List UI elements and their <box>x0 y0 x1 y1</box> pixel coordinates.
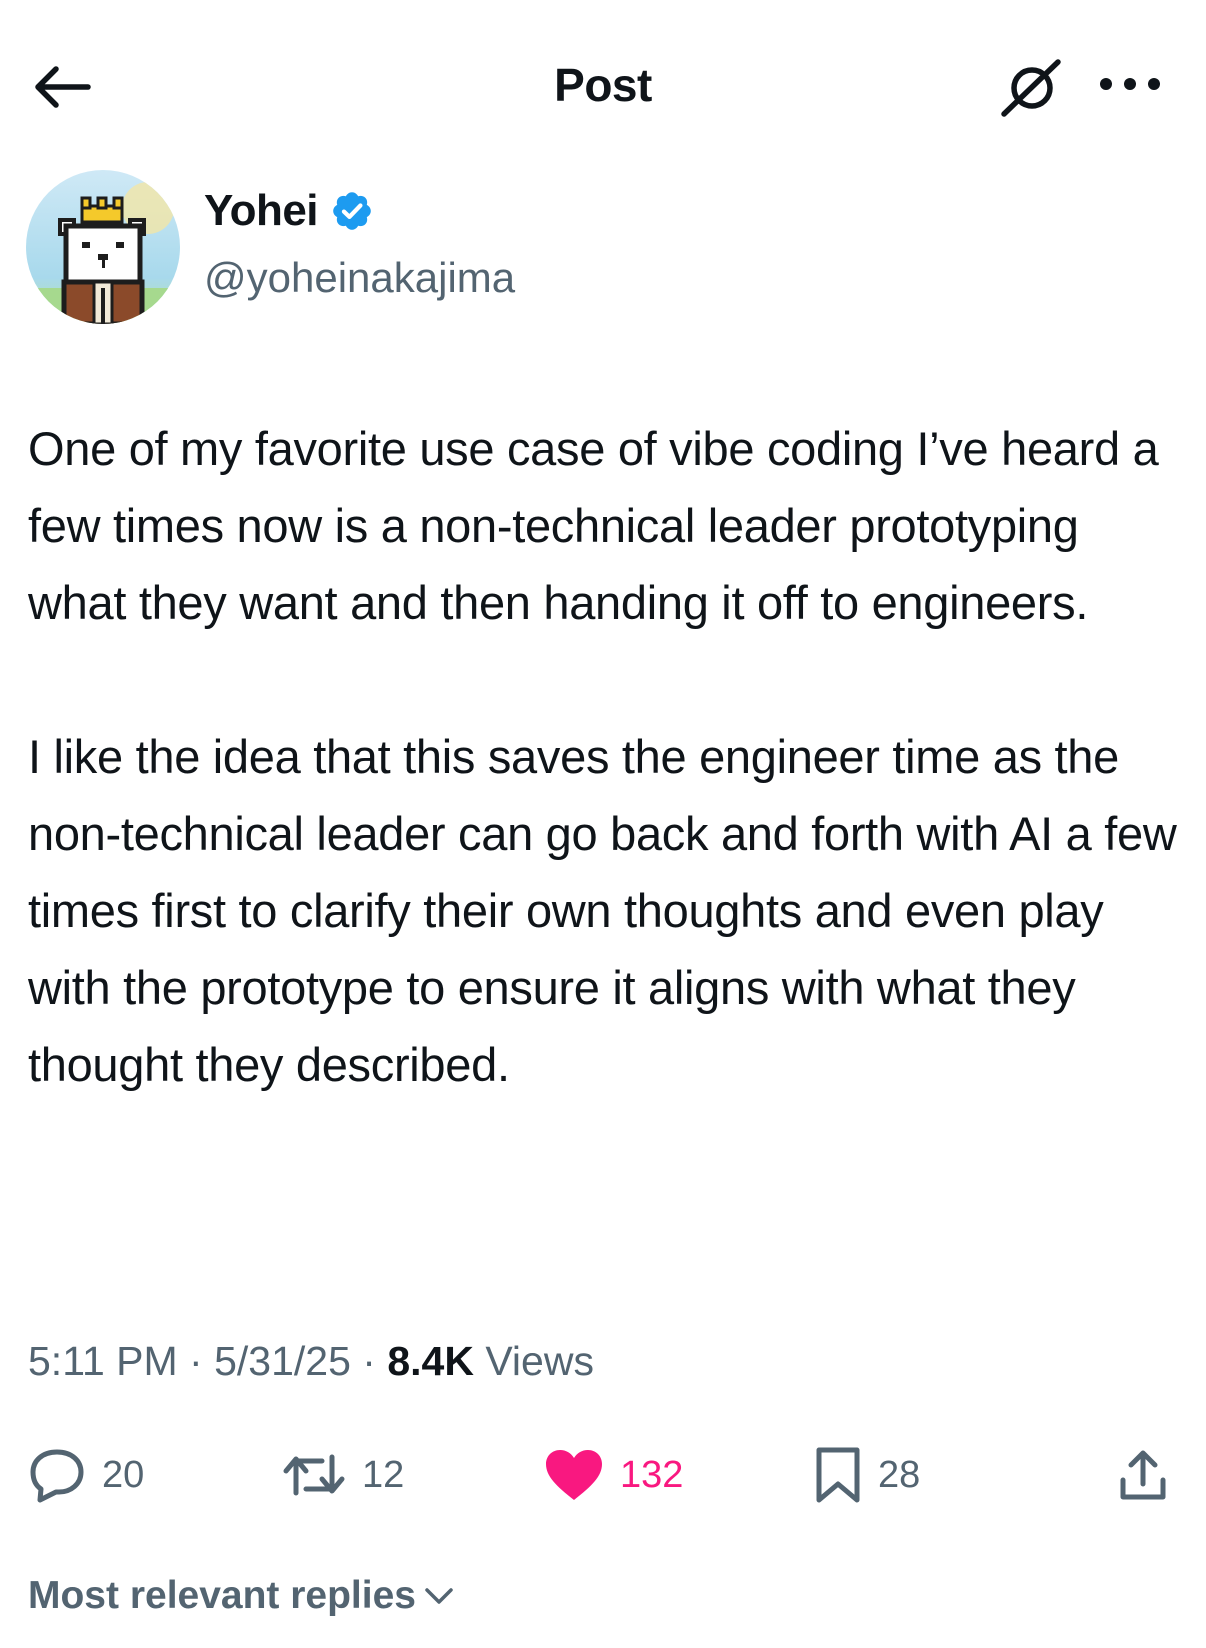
like-button[interactable]: 132 <box>544 1440 683 1510</box>
tweet-meta: 5:11 PM · 5/31/25 · 8.4K Views <box>28 1338 594 1385</box>
avatar-image <box>26 170 180 324</box>
replies-sort-dropdown[interactable]: Most relevant replies <box>28 1574 454 1618</box>
tweet-text: One of my favorite use case of vibe codi… <box>28 410 1188 1103</box>
views-label: Views <box>473 1338 594 1384</box>
bookmark-count: 28 <box>878 1453 921 1496</box>
top-bar: Post <box>0 0 1206 170</box>
grok-button[interactable] <box>996 55 1066 121</box>
reply-count: 20 <box>102 1453 145 1496</box>
chevron-down-icon <box>425 1588 453 1604</box>
more-dots-icon <box>1100 78 1160 90</box>
action-bar: 20 12 132 28 <box>28 1440 1178 1510</box>
author-header: Yohei @yoheinakajima <box>26 170 1176 330</box>
user-handle[interactable]: @yoheinakajima <box>204 254 515 302</box>
bookmark-button[interactable]: 28 <box>814 1440 920 1510</box>
name-row: Yohei <box>204 186 374 236</box>
share-button[interactable] <box>1118 1440 1168 1510</box>
reply-icon <box>30 1449 84 1503</box>
tweet-time[interactable]: 5:11 PM <box>28 1338 178 1384</box>
meta-separator: · <box>177 1338 215 1384</box>
meta-separator: · <box>350 1338 388 1384</box>
share-icon <box>1120 1450 1166 1500</box>
repost-count: 12 <box>362 1453 405 1496</box>
repost-icon <box>283 1454 345 1496</box>
grok-icon <box>1001 59 1061 117</box>
bookmark-icon <box>816 1447 860 1503</box>
tweet-paragraph: One of my favorite use case of vibe codi… <box>28 422 1159 629</box>
heart-filled-icon <box>546 1450 602 1500</box>
views-count: 8.4K <box>387 1338 474 1384</box>
tweet-paragraph: I like the idea that this saves the engi… <box>28 730 1177 1091</box>
tweet-date[interactable]: 5/31/25 <box>214 1338 351 1384</box>
verified-badge-icon[interactable] <box>330 189 374 233</box>
like-count: 132 <box>620 1453 684 1496</box>
reply-button[interactable]: 20 <box>28 1440 144 1510</box>
repost-button[interactable]: 12 <box>282 1440 404 1510</box>
display-name[interactable]: Yohei <box>204 186 319 236</box>
replies-sort-label: Most relevant replies <box>28 1574 416 1617</box>
avatar[interactable] <box>26 170 180 324</box>
more-options-button[interactable] <box>1090 64 1170 104</box>
